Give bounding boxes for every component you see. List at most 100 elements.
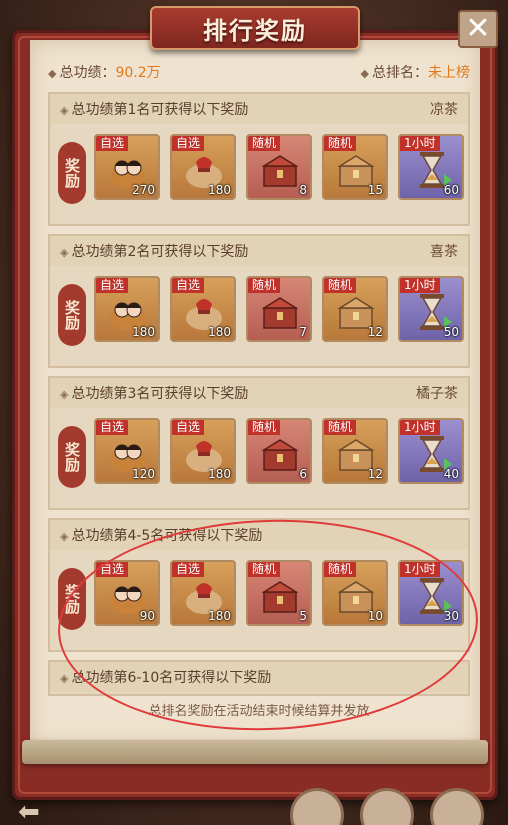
close-button[interactable]: ✕ [458,10,498,48]
item-tag: 自选 [172,278,205,293]
total-merit: ◆ 总功绩：90.2万 [48,62,161,82]
reward-item[interactable]: 自选 90 [94,560,160,626]
reward-item[interactable]: 随机 5 [246,560,312,626]
section-header-text: 总功绩第4-5名可获得以下奖励 [71,528,263,544]
reward-badge: 奖励 [58,142,86,204]
reward-item[interactable]: 1小时 60 [398,134,464,200]
item-count: 15 [367,183,383,197]
item-tag: 自选 [96,136,129,151]
item-count: 180 [132,325,155,339]
reward-item[interactable]: 随机 12 [322,418,388,484]
reward-section: ◈ 总功绩第3名可获得以下奖励 橘子茶 奖励 自选 120 自选 180 随机 … [48,376,470,510]
back-arrow-icon[interactable]: ⬅ [18,799,52,825]
reward-item[interactable]: 自选 120 [94,418,160,484]
section-header: ◈ 总功绩第1名可获得以下奖励 凉茶 [50,94,468,124]
reward-item[interactable]: 1小时 30 [398,560,464,626]
page-title: 排行奖励 [203,16,307,45]
reward-badge: 奖励 [58,284,86,346]
reward-item[interactable]: 自选 180 [170,560,236,626]
item-count: 5 [299,609,307,623]
item-tag: 自选 [172,420,205,435]
diamond-icon: ◈ [60,388,69,401]
diamond-icon: ◆ [360,67,369,80]
reward-row: 奖励 自选 180 自选 180 随机 7 随机 12 1小时 50 [50,266,468,366]
item-tag: 1小时 [400,420,440,435]
item-count: 40 [443,467,459,481]
close-icon: ✕ [465,11,491,46]
reward-badge: 奖励 [58,426,86,488]
reward-item[interactable]: 自选 180 [94,276,160,342]
item-tag: 1小时 [400,278,440,293]
item-tag: 随机 [248,278,281,293]
section-header: ◈ 总功绩第2名可获得以下奖励 喜茶 [50,236,468,266]
diamond-icon: ◈ [60,104,69,117]
total-merit-label: 总功绩： [59,65,116,81]
item-tag: 自选 [96,562,129,577]
item-count: 90 [139,609,155,623]
item-count: 30 [443,609,459,623]
section-title-reward: 喜茶 [430,244,458,260]
reward-section: ◈ 总功绩第4-5名可获得以下奖励 奖励 自选 90 自选 180 随机 5 随… [48,518,470,652]
reward-item[interactable]: 随机 10 [322,560,388,626]
reward-item[interactable]: 随机 6 [246,418,312,484]
reward-item[interactable]: 自选 270 [94,134,160,200]
section-header-text: 总功绩第3名可获得以下奖励 [71,386,249,402]
reward-badge-text: 奖励 [63,442,81,472]
reward-item[interactable]: 1小时 50 [398,276,464,342]
scroll-bottom-roll [22,740,488,764]
reward-section-partial: ◈ 总功绩第6-10名可获得以下奖励 [48,660,470,696]
reward-item[interactable]: 随机 8 [246,134,312,200]
item-tag: 1小时 [400,562,440,577]
item-tag: 1小时 [400,136,440,151]
item-count: 180 [208,467,231,481]
red-chest-icon [261,155,299,187]
section-header: ◈ 总功绩第3名可获得以下奖励 橘子茶 [50,378,468,408]
item-tag: 随机 [324,136,357,151]
item-count: 180 [208,609,231,623]
item-tag: 随机 [248,420,281,435]
summary-bar: ◆ 总功绩：90.2万 ◆ 总排名：未上榜 [48,60,470,84]
section-title-reward: 凉茶 [430,102,458,118]
item-count: 7 [299,325,307,339]
reward-item[interactable]: 随机 12 [322,276,388,342]
reward-row: 奖励 自选 90 自选 180 随机 5 随机 10 1小时 30 [50,550,468,650]
section-title-reward: 橘子茶 [416,386,458,402]
item-count: 12 [367,467,383,481]
red-chest-icon [261,581,299,613]
reward-item[interactable]: 自选 180 [170,134,236,200]
section-header-text: 总功绩第2名可获得以下奖励 [71,244,249,260]
reward-item[interactable]: 1小时 40 [398,418,464,484]
reward-section: ◈ 总功绩第2名可获得以下奖励 喜茶 奖励 自选 180 自选 180 随机 7… [48,234,470,368]
reward-row: 奖励 自选 120 自选 180 随机 6 随机 12 1小时 40 [50,408,468,508]
reward-item[interactable]: 随机 7 [246,276,312,342]
item-count: 180 [208,325,231,339]
red-chest-icon [261,439,299,471]
reward-badge-text: 奖励 [63,158,81,188]
item-count: 8 [299,183,307,197]
section-header: ◈ 总功绩第6-10名可获得以下奖励 [50,662,468,692]
item-count: 60 [443,183,459,197]
total-rank: ◆ 总排名：未上榜 [361,62,470,82]
reward-item[interactable]: 自选 180 [170,276,236,342]
item-count: 6 [299,467,307,481]
item-tag: 随机 [324,562,357,577]
reward-item[interactable]: 自选 180 [170,418,236,484]
diamond-icon: ◈ [60,246,69,259]
diamond-icon: ◈ [60,672,69,685]
reward-row: 奖励 自选 270 自选 180 随机 8 随机 15 1小时 60 [50,124,468,224]
reward-item[interactable]: 随机 15 [322,134,388,200]
item-tag: 随机 [324,420,357,435]
reward-badge-text: 奖励 [63,300,81,330]
total-merit-value: 90.2万 [115,65,161,81]
section-header-text: 总功绩第6-10名可获得以下奖励 [71,670,272,686]
item-count: 120 [132,467,155,481]
diamond-icon: ◆ [48,67,57,80]
diamond-icon: ◈ [60,530,69,543]
item-tag: 自选 [172,136,205,151]
item-tag: 随机 [248,562,281,577]
item-tag: 自选 [172,562,205,577]
item-tag: 自选 [96,278,129,293]
item-count: 50 [443,325,459,339]
total-rank-value: 未上榜 [428,65,470,81]
footer-note: 总排名奖励在活动结束时候结算并发放 [148,704,370,719]
